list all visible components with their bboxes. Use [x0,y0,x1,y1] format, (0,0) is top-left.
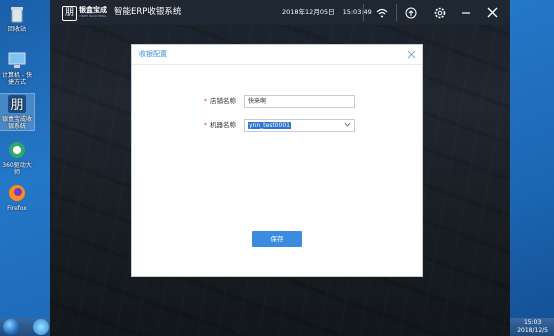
desktop-icon-label: 银盒宝成收银系统 [1,116,32,130]
terminal-name-label-text: 机器名称 [210,121,236,129]
clock-time: 15:03 [523,319,542,326]
dialog-header: 收银配置 [132,45,422,65]
store-name-label-text: 店铺名称 [210,97,236,105]
divider [363,4,364,21]
terminal-name-select[interactable]: ynn_test0001 [244,119,355,132]
desktop-icon-label: 计算机 - 快捷方式 [2,72,32,86]
store-name-label: * 店铺名称 [192,97,236,106]
chevron-down-icon[interactable] [344,120,351,131]
desktop-icon-label: Firefox [7,205,27,212]
store-name-input[interactable]: 快来啊 [244,95,355,108]
desktop-icon-computer[interactable]: 计算机 - 快捷方式 [0,50,34,86]
clock-date: 2018/12/5 [517,327,548,334]
minimize-icon[interactable] [457,4,475,21]
desktop-icon-firefox[interactable]: Firefox [0,183,34,212]
save-button[interactable]: 保存 [252,231,302,247]
app-datetime: 2018年12月05日 15:03:49 [282,8,380,17]
dialog-close-icon[interactable] [407,48,416,63]
ie-icon[interactable] [33,319,49,335]
terminal-name-label: * 机器名称 [192,121,236,130]
desktop-icon-recycle-bin[interactable]: 回收站 [0,4,34,33]
start-button[interactable] [3,319,19,335]
app-logo: 朋 [62,6,77,21]
brand-subtitle: YINHE BAOCHENG [79,14,107,18]
desktop-icon-erp-app[interactable]: 朋 银盒宝成收银系统 [0,93,35,131]
close-icon[interactable] [483,4,501,21]
driver-master-icon [7,140,27,160]
app-titlebar: 朋 银盒宝成 YINHE BAOCHENG 智能ERP收银系统 2018年12月… [50,0,510,25]
taskbar-clock[interactable]: 15:03 2018/12/5 [517,319,548,335]
erp-app-window: 朋 银盒宝成 YINHE BAOCHENG 智能ERP收银系统 2018年12月… [50,0,510,336]
computer-icon [7,50,27,70]
upload-icon[interactable] [402,4,420,21]
desktop-icon-label: 360驱动大师 [2,162,32,176]
required-mark: * [203,121,207,129]
brand-name: 银盒宝成 [79,6,107,14]
desktop-icon-driver-master[interactable]: 360驱动大师 [0,140,34,176]
terminal-name-value: ynn_test0001 [248,122,291,129]
firefox-icon [7,183,27,203]
wifi-icon[interactable] [373,4,391,21]
recycle-bin-icon [7,4,27,24]
dialog-title: 收银配置 [139,50,167,58]
svg-text:朋: 朋 [10,98,23,113]
app-title: 智能ERP收银系统 [114,7,182,17]
gear-icon[interactable] [431,4,449,21]
desktop-icon-label: 回收站 [7,26,26,33]
current-date: 2018年12月05日 [282,8,335,16]
required-mark: * [203,97,207,105]
checkout-config-dialog: 收银配置 * 店铺名称 快来啊 * 机器名称 ynn_test0001 保存 [131,44,423,277]
erp-app-icon: 朋 [7,94,27,114]
divider [396,4,397,21]
current-time: 15:03:49 [342,8,372,16]
